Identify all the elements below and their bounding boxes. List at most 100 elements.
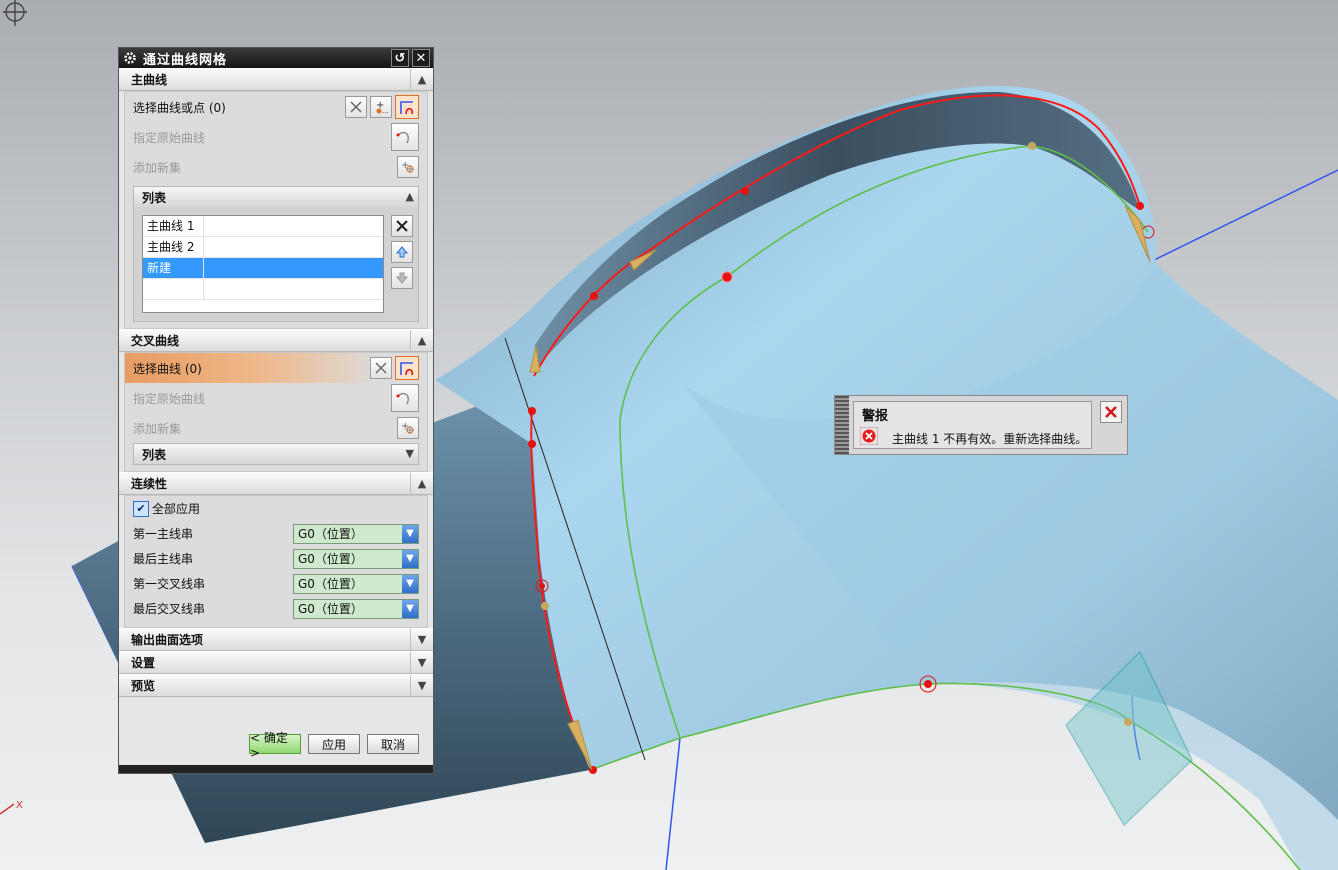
error-icon (859, 426, 879, 446)
list-item-label: 主曲线 1 (143, 216, 204, 236)
close-icon[interactable] (1100, 401, 1122, 423)
apply-all-label: 全部应用 (152, 502, 201, 516)
reset-icon[interactable]: ↺ (391, 49, 409, 67)
view-cursor-icon (3, 0, 27, 26)
curve-rule-icon[interactable] (395, 95, 419, 119)
chevron-down-icon[interactable]: ▼ (402, 599, 418, 618)
axis-triad: X (0, 800, 23, 815)
section-header-cross[interactable]: 交叉曲线 ▲ (119, 329, 433, 352)
section-title: 输出曲面选项 (131, 633, 204, 647)
svg-text:X: X (16, 800, 23, 811)
list-tools (388, 215, 413, 321)
cross-list-subsection[interactable]: 列表 ▼ (133, 443, 419, 465)
add-new-set-label: 添加新集 (133, 421, 182, 436)
curve-rule-icon[interactable] (395, 356, 419, 380)
origin-curve-icon[interactable] (391, 123, 419, 151)
list-area: 主曲线 1 主曲线 2 新建 (134, 207, 418, 321)
chevron-up-icon[interactable]: ▲ (410, 69, 433, 90)
continuity-label: 最后交叉线串 (133, 602, 206, 616)
specify-origin-label: 指定原始曲线 (133, 391, 206, 406)
dropdown-value: G0（位置） (298, 602, 363, 616)
specify-origin-row: 指定原始曲线 (133, 122, 419, 152)
section-header-output[interactable]: 输出曲面选项 ▼ (119, 628, 433, 651)
chevron-down-icon[interactable]: ▼ (402, 524, 418, 543)
through-curve-mesh-dialog: 通过曲线网格 ↺ ✕ 主曲线 ▲ 选择曲线或点 (0) +... 指定原始曲线 … (118, 47, 434, 774)
list-item[interactable]: 主曲线 1 (143, 216, 383, 237)
cancel-button[interactable]: 取消 (367, 734, 419, 754)
section-title: 交叉曲线 (131, 334, 180, 348)
apply-button[interactable]: 应用 (308, 734, 360, 754)
alert-popup: 警报 主曲线 1 不再有效。重新选择曲线。 (834, 395, 1128, 455)
select-cross-curve-row[interactable]: 选择曲线 (0) (125, 353, 427, 383)
list-item-label: 主曲线 2 (143, 237, 204, 257)
section-title: 主曲线 (131, 73, 168, 87)
deselect-icon[interactable] (370, 357, 392, 379)
add-new-set-label: 添加新集 (133, 160, 182, 175)
dropdown-value: G0（位置） (298, 527, 363, 541)
drag-grip[interactable] (835, 396, 849, 454)
dialog-footer (119, 765, 433, 773)
select-curve-label: 选择曲线或点 (0) (133, 100, 226, 115)
list-title: 列表 (142, 447, 167, 462)
section-title: 设置 (131, 656, 156, 670)
close-icon[interactable]: ✕ (412, 49, 430, 67)
cross-list-header[interactable]: 列表 ▼ (134, 444, 418, 464)
remove-icon[interactable] (391, 215, 413, 237)
curve-list[interactable]: 主曲线 1 主曲线 2 新建 (142, 215, 384, 313)
move-down-icon[interactable] (391, 267, 413, 289)
section-header-primary[interactable]: 主曲线 ▲ (119, 68, 433, 91)
section-title: 预览 (131, 679, 156, 693)
specify-origin-label: 指定原始曲线 (133, 130, 206, 145)
apply-all-row[interactable]: ✔ 全部应用 (133, 496, 419, 521)
deselect-icon[interactable] (345, 96, 367, 118)
origin-curve-icon[interactable] (391, 384, 419, 412)
list-item[interactable]: 主曲线 2 (143, 237, 383, 258)
chevron-down-icon[interactable]: ▼ (402, 574, 418, 593)
alert-body: 警报 主曲线 1 不再有效。重新选择曲线。 (853, 401, 1092, 449)
list-item-label: 新建 (143, 258, 204, 278)
list-subsection: 列表 ▲ 主曲线 1 主曲线 2 新建 (133, 186, 419, 322)
continuity-row: 最后主线串 G0（位置） ▼ (133, 546, 419, 571)
continuity-dropdown[interactable]: G0（位置） ▼ (293, 548, 419, 569)
continuity-row: 第一交叉线串 G0（位置） ▼ (133, 571, 419, 596)
continuity-dropdown[interactable]: G0（位置） ▼ (293, 598, 419, 619)
add-set-icon[interactable]: + (397, 156, 419, 178)
chevron-down-icon[interactable]: ▼ (410, 629, 433, 650)
chevron-down-icon[interactable]: ▼ (406, 447, 414, 460)
apply-all-checkbox[interactable]: ✔ (133, 500, 149, 517)
add-set-icon[interactable]: + (397, 417, 419, 439)
continuity-dropdown[interactable]: G0（位置） ▼ (293, 523, 419, 544)
select-cross-curve-label: 选择曲线 (0) (133, 361, 202, 376)
section-header-preview[interactable]: 预览 ▼ (119, 674, 433, 697)
alert-message: 主曲线 1 不再有效。重新选择曲线。 (892, 432, 1088, 446)
section-header-settings[interactable]: 设置 ▼ (119, 651, 433, 674)
dialog-titlebar[interactable]: 通过曲线网格 ↺ ✕ (119, 48, 433, 68)
chevron-up-icon[interactable]: ▲ (406, 190, 414, 203)
section-body-primary: 选择曲线或点 (0) +... 指定原始曲线 添加新集 + 列表 ▲ 主曲线 1… (124, 91, 428, 329)
section-body-cross: 选择曲线 (0) 指定原始曲线 添加新集 + 列表 ▼ (124, 352, 428, 472)
select-curve-row[interactable]: 选择曲线或点 (0) +... (133, 92, 419, 122)
gear-icon[interactable] (121, 49, 139, 67)
add-new-set-row: 添加新集 + (133, 152, 419, 182)
chevron-up-icon[interactable]: ▲ (410, 330, 433, 351)
dialog-title: 通过曲线网格 (143, 52, 228, 68)
continuity-row: 第一主线串 G0（位置） ▼ (133, 521, 419, 546)
continuity-label: 最后主线串 (133, 552, 194, 566)
list-item-empty (143, 279, 383, 300)
specify-origin-row: 指定原始曲线 (133, 383, 419, 413)
continuity-label: 第一交叉线串 (133, 577, 206, 591)
chevron-up-icon[interactable]: ▲ (410, 473, 433, 494)
list-header[interactable]: 列表 ▲ (134, 187, 418, 207)
continuity-dropdown[interactable]: G0（位置） ▼ (293, 573, 419, 594)
point-dialog-icon[interactable]: +... (370, 96, 392, 118)
add-new-set-row: 添加新集 + (133, 413, 419, 443)
list-title: 列表 (142, 190, 167, 205)
chevron-down-icon[interactable]: ▼ (410, 652, 433, 673)
section-body-continuity: ✔ 全部应用 第一主线串 G0（位置） ▼ 最后主线串 G0（位置） ▼ 第一交叉线… (124, 495, 428, 628)
chevron-down-icon[interactable]: ▼ (402, 549, 418, 568)
ok-button[interactable]: < 确定 > (249, 731, 301, 760)
list-item-selected[interactable]: 新建 (143, 258, 383, 279)
move-up-icon[interactable] (391, 241, 413, 263)
section-header-continuity[interactable]: 连续性 ▲ (119, 472, 433, 495)
chevron-down-icon[interactable]: ▼ (410, 675, 433, 696)
